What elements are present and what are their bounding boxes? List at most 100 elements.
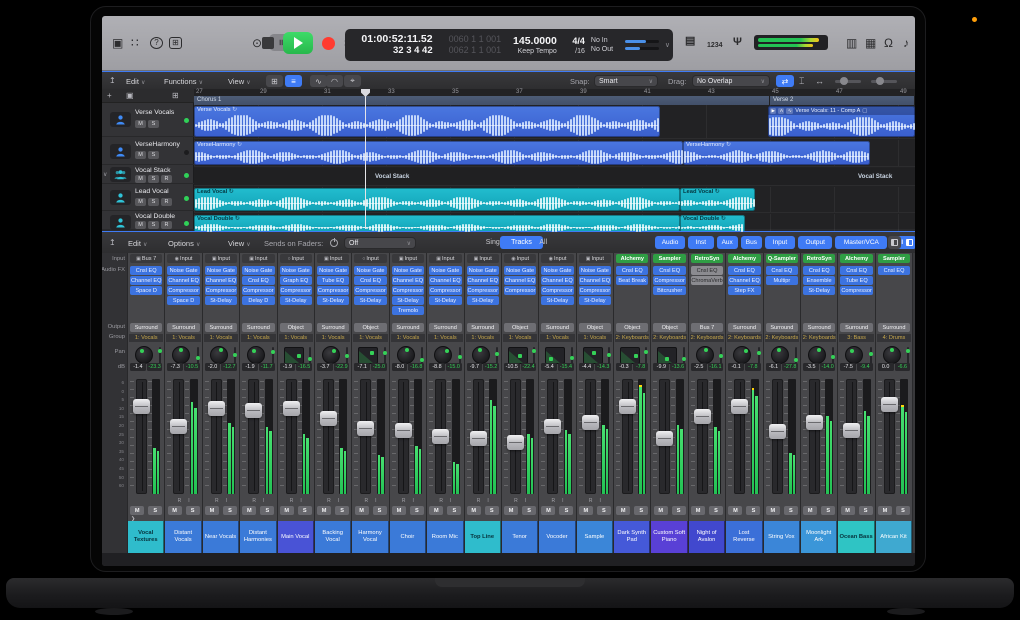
solo-button[interactable]: S: [410, 506, 424, 515]
group-slot[interactable]: 1: Vocals: [578, 334, 612, 342]
group-slot[interactable]: 3: Bass: [839, 334, 873, 342]
fx-slot-compressor[interactable]: Compressor: [205, 286, 237, 295]
ibeam-icon[interactable]: ⌶: [799, 76, 804, 87]
fx-slot-st-delay[interactable]: St-Delay: [205, 296, 237, 305]
group-slot[interactable]: 2: Keyboards: [615, 334, 649, 342]
solo-button[interactable]: S: [260, 506, 274, 515]
fx-slot-st-delay[interactable]: St-Delay: [280, 296, 312, 305]
pan-mini-slider[interactable]: [159, 347, 161, 364]
fx-slot-channel-eq[interactable]: Channel EQ: [467, 276, 499, 285]
input-slot[interactable]: ▣Input: [205, 254, 237, 263]
solo-button[interactable]: S: [672, 506, 686, 515]
quick-help-icon[interactable]: ?: [150, 37, 163, 49]
output-slot[interactable]: Surround: [541, 323, 573, 332]
marker-chorus-1[interactable]: Chorus 1: [194, 96, 770, 105]
fx-slot-channel-eq[interactable]: Channel EQ: [728, 276, 760, 285]
fader-handle[interactable]: [170, 419, 187, 434]
track-s-button[interactable]: S: [148, 198, 159, 206]
pan-knob[interactable]: [434, 346, 452, 364]
output-slot[interactable]: Surround: [130, 323, 162, 332]
track-r-button[interactable]: R: [161, 175, 172, 183]
stack-disclosure-icon[interactable]: ∨: [103, 171, 107, 178]
lcd-chevron[interactable]: ∨: [662, 29, 674, 61]
fader-handle[interactable]: [769, 424, 786, 439]
instrument-slot[interactable]: Sampler: [653, 254, 685, 263]
pan-object-pad[interactable]: [657, 347, 677, 364]
fader-handle[interactable]: [731, 399, 748, 414]
hzoom-icon[interactable]: ↔: [815, 76, 824, 86]
fx-slot-compressor[interactable]: Compressor: [392, 286, 424, 295]
channel-name[interactable]: Choir: [390, 521, 426, 553]
record-enable-button[interactable]: R: [178, 498, 182, 504]
pan-mini-slider[interactable]: [496, 347, 498, 364]
input-slot[interactable]: ▣Input: [242, 254, 274, 263]
input-monitor-button[interactable]: I: [226, 498, 227, 504]
pan-mini-slider[interactable]: [870, 347, 872, 364]
fx-slot-tremolo[interactable]: Tremolo: [392, 306, 424, 315]
group-slot[interactable]: 1: Vocals: [391, 334, 425, 342]
output-slot[interactable]: Surround: [392, 323, 424, 332]
fx-slot-compressor[interactable]: Compressor: [467, 286, 499, 295]
snap-dropdown[interactable]: Smart∨: [594, 75, 658, 87]
fx-slot-beat-break[interactable]: Beat Break: [616, 276, 648, 285]
pan-knob[interactable]: [733, 346, 751, 364]
menu-edit[interactable]: Edit ∨: [126, 77, 145, 86]
instrument-slot[interactable]: RetroSyn: [691, 254, 723, 263]
output-slot[interactable]: Surround: [205, 323, 237, 332]
fx-slot-noise-gate[interactable]: Noise Gate: [392, 266, 424, 275]
input-monitor-button[interactable]: I: [263, 498, 264, 504]
take-folder-header[interactable]: ▶A∿Verse Vocals: 11 - Comp A▢: [768, 106, 915, 115]
output-slot[interactable]: Surround: [467, 323, 499, 332]
channel-name[interactable]: Vocoder: [539, 521, 575, 553]
fx-slot-noise-gate[interactable]: Noise Gate: [504, 266, 536, 275]
channel-name[interactable]: Tenor: [502, 521, 538, 553]
fx-slot-noise-gate[interactable]: Noise Gate: [467, 266, 499, 275]
track-header-verseharmony[interactable]: VerseHarmonyMS: [102, 138, 194, 165]
record-enable-button[interactable]: R: [514, 498, 518, 504]
fx-slot-multipr[interactable]: Multipr: [766, 276, 798, 285]
channel-name[interactable]: Sample: [577, 521, 613, 553]
track-s-button[interactable]: S: [148, 175, 159, 183]
record-enable-button[interactable]: R: [365, 498, 369, 504]
track-lane-lead-vocal[interactable]: Lead Vocal ↻Lead Vocal ↻: [194, 187, 915, 213]
region-vocal-double[interactable]: Vocal Double ↻: [680, 215, 745, 233]
duplicate-track-icon[interactable]: ▣: [126, 91, 134, 100]
channel-name[interactable]: Vocal Textures: [128, 521, 164, 553]
mute-button[interactable]: M: [429, 506, 443, 515]
fx-slot-tube-eq[interactable]: Tube EQ: [317, 276, 349, 285]
mute-button[interactable]: M: [355, 506, 369, 515]
track-lane-verseharmony[interactable]: VerseHarmony ↻VerseHarmony ↻: [194, 140, 915, 167]
input-monitor-button[interactable]: I: [375, 498, 376, 504]
fader-handle[interactable]: [656, 431, 673, 446]
group-slot[interactable]: 1: Vocals: [428, 334, 462, 342]
automation-icon[interactable]: ∿: [310, 75, 327, 87]
mute-button[interactable]: M: [392, 506, 406, 515]
track-header-vocal-double[interactable]: Vocal DoubleMSR: [102, 212, 194, 233]
fader-track[interactable]: [248, 379, 259, 494]
track-s-button[interactable]: S: [148, 221, 159, 229]
solo-button[interactable]: S: [485, 506, 499, 515]
solo-button[interactable]: S: [373, 506, 387, 515]
fx-slot-tube-eq[interactable]: Tube EQ: [840, 276, 872, 285]
mute-button[interactable]: M: [654, 506, 668, 515]
fader-handle[interactable]: [582, 415, 599, 430]
fx-slot-cnsl-eq[interactable]: Cnsl EQ: [728, 266, 760, 275]
mute-button[interactable]: M: [691, 506, 705, 515]
fader-handle[interactable]: [507, 435, 524, 450]
pan-mini-slider[interactable]: [346, 347, 348, 364]
sends-on-faders-dropdown[interactable]: Off∨: [344, 237, 416, 249]
list-view-icon[interactable]: ≡: [285, 75, 302, 87]
mute-button[interactable]: M: [130, 506, 144, 515]
fx-slot-cnsl-eq[interactable]: Cnsl EQ: [616, 266, 648, 275]
fx-slot-compressor[interactable]: Compressor: [167, 286, 199, 295]
input-monitor-button[interactable]: I: [487, 498, 488, 504]
track-m-button[interactable]: M: [135, 175, 146, 183]
output-slot[interactable]: Surround: [728, 323, 760, 332]
instrument-slot[interactable]: Sampler: [878, 254, 910, 263]
output-slot[interactable]: Surround: [167, 323, 199, 332]
output-slot[interactable]: Object: [616, 323, 648, 332]
fx-slot-compressor[interactable]: Compressor: [504, 286, 536, 295]
mute-button[interactable]: M: [878, 506, 892, 515]
solo-button[interactable]: S: [634, 506, 648, 515]
pan-knob[interactable]: [397, 346, 415, 364]
